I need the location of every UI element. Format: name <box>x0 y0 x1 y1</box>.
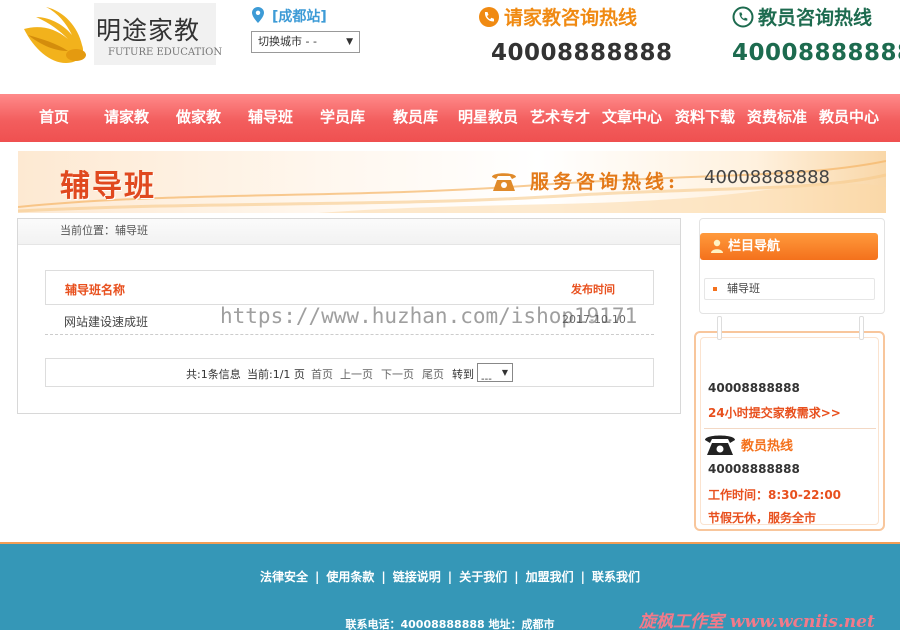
banner-hotline-label: 服务咨询热线: <box>530 171 680 193</box>
class-name-link[interactable]: 网站建设速成班 <box>64 313 148 330</box>
footer-separator: | <box>580 570 585 584</box>
footer-link-join[interactable]: 加盟我们 <box>526 570 574 584</box>
footer-links: 法律安全 | 使用条款 | 链接说明 | 关于我们 | 加盟我们 | 联系我们 <box>0 568 900 585</box>
current-city: [成都站] <box>252 6 327 26</box>
card-hanger-right <box>859 316 864 340</box>
nav-item-classes[interactable]: 辅导班 <box>248 94 293 142</box>
parent-hotline-title-row: 请家教咨询热线 <box>478 3 668 30</box>
phone-circle-icon <box>732 6 754 28</box>
table-header: 辅导班名称 发布时间 <box>45 270 654 305</box>
footer-separator: | <box>514 570 519 584</box>
site-header: 明途家教 FUTURE EDUCATION [成都站] 切换城市 - - ▼ 请… <box>0 0 900 94</box>
wing-logo-icon <box>24 7 86 63</box>
location-pin-icon <box>252 7 264 23</box>
pager-page-select[interactable]: --- ▼ <box>477 363 513 385</box>
site-logo[interactable]: 明途家教 FUTURE EDUCATION <box>20 3 222 67</box>
footer-separator: | <box>314 570 320 584</box>
pager-first-link[interactable]: 首页 <box>311 366 333 382</box>
working-hours: 工作时间：8:30-22:00 <box>708 488 842 502</box>
pager-goto-label: 转到 <box>452 368 474 381</box>
nav-item-teacher-center[interactable]: 教员中心 <box>819 94 879 142</box>
teacher-hotline-number: 40008888888 <box>732 40 900 66</box>
nav-item-articles[interactable]: 文章中心 <box>602 94 662 142</box>
telephone-icon <box>492 173 516 191</box>
nav-item-students[interactable]: 学员库 <box>320 94 365 142</box>
teacher-hotline-title: 教员咨询热线 <box>758 7 873 29</box>
nav-item-teachers[interactable]: 教员库 <box>393 94 438 142</box>
column-header-date: 发布时间 <box>571 283 615 296</box>
city-switch-value: 切换城市 - - <box>258 35 317 48</box>
teacher-hotline-label: 教员热线 <box>741 439 794 454</box>
city-switch-select[interactable]: 切换城市 - - ▼ <box>251 31 360 53</box>
footer-separator: | <box>381 570 386 584</box>
chevron-down-icon: ▼ <box>346 37 353 47</box>
sidebar-item-label: 辅导班 <box>727 282 760 295</box>
sidebar-heading: 栏目导航 <box>700 233 878 260</box>
logo-subtext: FUTURE EDUCATION <box>108 47 223 58</box>
pager-next-link[interactable]: 下一页 <box>381 366 414 382</box>
city-name: [成都站] <box>272 9 327 25</box>
studio-watermark: 旋枫工作室 www.wcniis.net <box>639 612 875 630</box>
sidebar-phone-1: 40008888888 <box>708 381 800 395</box>
sidebar-heading-text: 栏目导航 <box>728 239 781 254</box>
url-watermark: https://www.huzhan.com/ishop19171 <box>220 304 638 328</box>
footer-link-legal[interactable]: 法律安全 <box>260 570 308 584</box>
pager-last-link[interactable]: 尾页 <box>422 366 444 382</box>
page: 明途家教 FUTURE EDUCATION [成都站] 切换城市 - - ▼ 请… <box>0 0 900 630</box>
footer-link-about[interactable]: 关于我们 <box>459 570 507 584</box>
pager-prev-link[interactable]: 上一页 <box>340 366 373 382</box>
column-header-name: 辅导班名称 <box>65 283 126 297</box>
user-icon <box>711 239 723 253</box>
parent-hotline-title: 请家教咨询热线 <box>504 7 638 29</box>
sidebar-item-classes[interactable]: 辅导班 <box>704 278 875 300</box>
nav-item-pricing[interactable]: 资费标准 <box>747 94 807 142</box>
sidebar-divider <box>704 428 876 429</box>
footer-separator: | <box>447 570 453 584</box>
section-banner: 辅导班 服务咨询热线: 40008888888 <box>18 151 886 213</box>
pagination: 共:1条信息 当前:1/1 页 首页 上一页 下一页 尾页 转到 --- ▼ <box>45 358 654 387</box>
pager-current: 当前:1/1 页 <box>247 368 305 381</box>
pager-select-value: --- <box>481 374 492 385</box>
breadcrumb: 当前位置：辅导班 <box>18 219 680 245</box>
parent-hotline-number: 40008888888 <box>491 40 673 66</box>
teacher-hotline: 教员咨询热线 40008888888 <box>732 3 900 66</box>
sidebar-phone-2: 40008888888 <box>708 462 800 476</box>
logo-text: 明途家教 <box>96 16 201 45</box>
phone-icon <box>479 7 499 27</box>
chevron-down-icon: ▼ <box>501 368 508 377</box>
pager-summary: 共:1条信息 <box>186 368 241 381</box>
banner-hotline-number: 40008888888 <box>704 167 830 188</box>
nav-item-art[interactable]: 艺术专才 <box>530 94 590 142</box>
parent-hotline: 请家教咨询热线 40008888888 <box>478 3 673 66</box>
nav-item-downloads[interactable]: 资料下载 <box>675 94 735 142</box>
card-hanger-left <box>717 316 722 340</box>
banner-title: 辅导班 <box>60 169 156 204</box>
footer-link-terms[interactable]: 使用条款 <box>326 570 374 584</box>
nav-item-become-tutor[interactable]: 做家教 <box>176 94 221 142</box>
nav-item-star-teachers[interactable]: 明星教员 <box>458 94 518 142</box>
holiday-note: 节假无休，服务全市 <box>708 511 817 525</box>
nav-item-home[interactable]: 首页 <box>39 94 69 142</box>
teacher-hotline-title-row: 教员咨询热线 <box>732 3 892 30</box>
main-nav: 首页 请家教 做家教 辅导班 学员库 教员库 明星教员 艺术专才 文章中心 资料… <box>0 94 900 142</box>
footer-link-links[interactable]: 链接说明 <box>393 570 441 584</box>
bullet-icon <box>713 287 717 291</box>
submit-request-link[interactable]: 24小时提交家教需求>> <box>708 404 841 421</box>
footer-link-contact[interactable]: 联系我们 <box>592 570 640 584</box>
telephone-icon <box>705 435 735 455</box>
nav-item-hire-tutor[interactable]: 请家教 <box>104 94 149 142</box>
